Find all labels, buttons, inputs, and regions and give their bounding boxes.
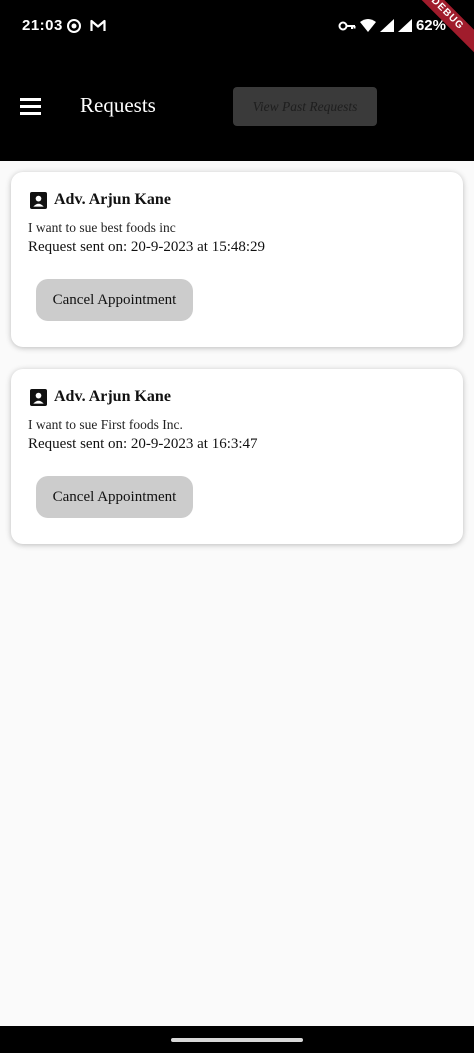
cancel-appointment-button[interactable]: Cancel Appointment (36, 279, 193, 321)
request-card: Adv. Arjun Kane I want to sue best foods… (11, 172, 463, 347)
menu-icon[interactable] (20, 98, 42, 116)
page-title: Requests (80, 93, 156, 117)
navigation-bar (0, 1026, 474, 1053)
request-description: I want to sue First foods Inc. (28, 417, 183, 432)
signal-icon (379, 19, 394, 32)
status-time: 21:03 (22, 17, 63, 34)
account-box-icon (30, 388, 47, 406)
request-date: Request sent on: 20-9-2023 at 16:3:47 (28, 436, 258, 452)
request-date: Request sent on: 20-9-2023 at 15:48:29 (28, 239, 266, 255)
status-bar: 21:03 62% DEBUG (0, 0, 474, 59)
record-icon (67, 19, 81, 33)
card-header: Adv. Arjun Kane (30, 191, 171, 209)
gmail-icon (90, 19, 106, 31)
account-box-icon (30, 191, 47, 209)
home-indicator[interactable] (171, 1038, 303, 1042)
vpn-key-icon (338, 21, 356, 30)
signal-icon-2 (397, 19, 412, 32)
cancel-appointment-button[interactable]: Cancel Appointment (36, 476, 193, 518)
lawyer-name: Adv. Arjun Kane (54, 388, 171, 405)
wifi-icon (359, 19, 376, 32)
lawyer-name: Adv. Arjun Kane (54, 191, 171, 208)
request-card: Adv. Arjun Kane I want to sue First food… (11, 369, 463, 544)
request-description: I want to sue best foods inc (28, 220, 176, 235)
view-past-requests-button[interactable]: View Past Requests (233, 87, 377, 126)
status-right: 62% (338, 17, 446, 34)
app-bar: Requests View Past Requests (0, 56, 474, 161)
card-header: Adv. Arjun Kane (30, 388, 171, 406)
